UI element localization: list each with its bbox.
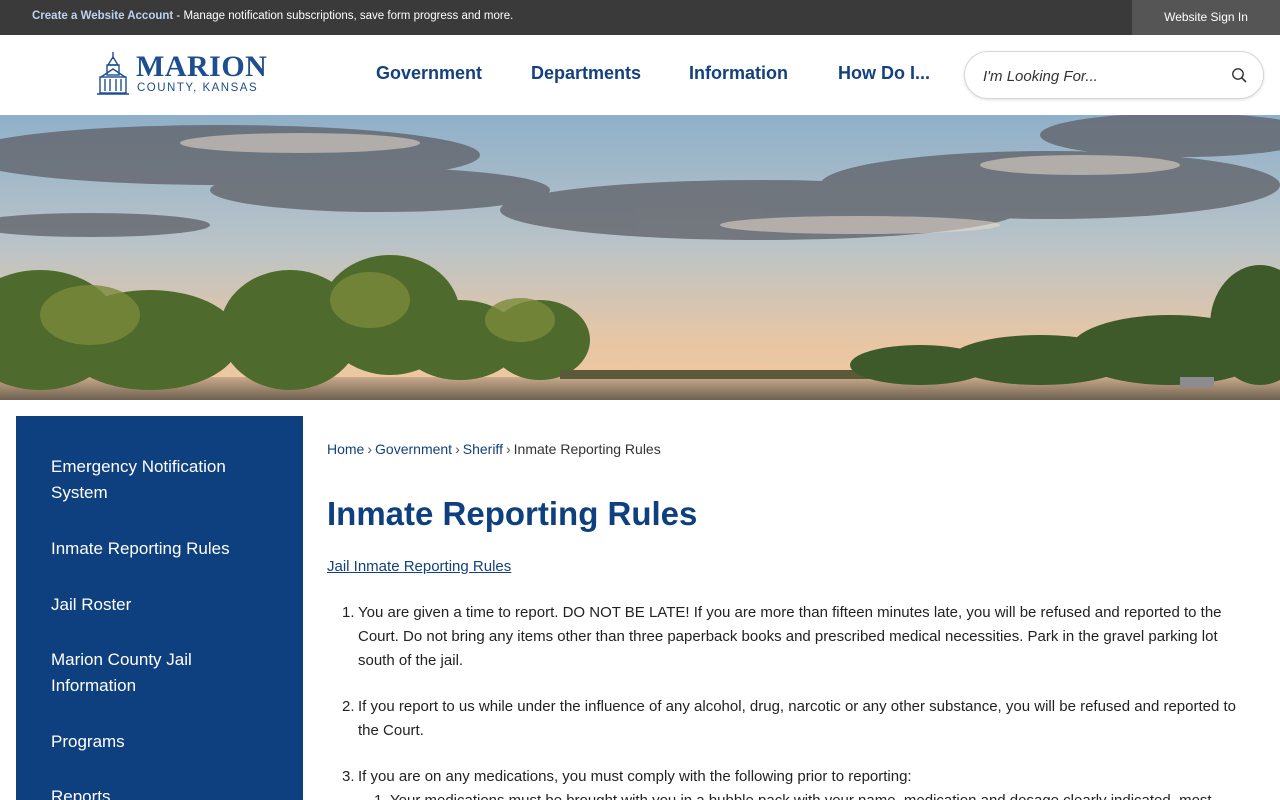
page-title: Inmate Reporting Rules — [327, 495, 698, 532]
sub-list-item: 1. Your medications must be brought with… — [342, 789, 1242, 800]
sidebar-item-emergency-notification[interactable]: Emergency Notification System — [51, 454, 271, 506]
account-message: Create a Website Account - Manage notifi… — [32, 10, 513, 22]
list-item: 3. If you are on any medications, you mu… — [342, 765, 1242, 789]
nav-information[interactable]: Information — [689, 63, 788, 84]
hero-banner-image — [0, 115, 1280, 400]
sub-list-item-text: Your medications must be brought with yo… — [390, 792, 1212, 800]
jail-rules-document-link[interactable]: Jail Inmate Reporting Rules — [327, 558, 511, 575]
sidebar-nav: Emergency Notification System Inmate Rep… — [16, 416, 303, 800]
list-item-number: 1. — [342, 604, 355, 621]
list-item: 1. You are given a time to report. DO NO… — [342, 601, 1242, 673]
site-header: MARION COUNTY, KANSAS Government Departm… — [0, 35, 1280, 115]
breadcrumb-separator: › — [505, 441, 511, 457]
breadcrumb-government[interactable]: Government — [375, 441, 452, 457]
nav-government[interactable]: Government — [376, 63, 482, 84]
breadcrumb-current: Inmate Reporting Rules — [513, 441, 661, 457]
list-item-text: You are given a time to report. DO NOT B… — [358, 604, 1222, 669]
utility-bar: Create a Website Account - Manage notifi… — [0, 0, 1280, 35]
sidebar-item-inmate-reporting-rules[interactable]: Inmate Reporting Rules — [51, 536, 271, 562]
account-message-text: - Manage notification subscriptions, sav… — [173, 10, 514, 22]
courthouse-icon — [97, 52, 129, 95]
sidebar-item-jail-roster[interactable]: Jail Roster — [51, 592, 271, 618]
list-item-number: 2. — [342, 698, 355, 715]
breadcrumb-separator: › — [455, 441, 460, 457]
list-item-text: If you report to us while under the infl… — [358, 698, 1237, 739]
breadcrumb-home[interactable]: Home — [327, 441, 364, 457]
search-box — [964, 51, 1264, 99]
search-input[interactable] — [983, 64, 1223, 88]
breadcrumb: Home › Government › Sheriff › Inmate Reporting… — [327, 441, 661, 457]
nav-how-do-i[interactable]: How Do I... — [838, 63, 930, 84]
search-icon[interactable] — [1231, 67, 1247, 83]
sidebar-item-jail-information[interactable]: Marion County Jail Information — [51, 647, 271, 699]
logo-subtitle: COUNTY, KANSAS — [137, 82, 259, 94]
sidebar-item-programs[interactable]: Programs — [51, 729, 271, 755]
sidebar-item-reports[interactable]: Reports — [51, 784, 271, 800]
nav-departments[interactable]: Departments — [531, 63, 641, 84]
create-account-link[interactable]: Create a Website Account — [32, 10, 173, 22]
list-item-text: If you are on any medications, you must … — [358, 768, 912, 785]
breadcrumb-sheriff[interactable]: Sheriff — [463, 441, 503, 457]
list-item-number: 3. — [342, 768, 355, 785]
sign-in-button[interactable]: Website Sign In — [1132, 0, 1280, 35]
site-logo[interactable]: MARION COUNTY, KANSAS — [96, 49, 268, 101]
rules-list: 1. You are given a time to report. DO NO… — [342, 601, 1242, 800]
logo-title: MARION — [136, 50, 268, 83]
sub-list-item-number: 1. — [374, 789, 387, 800]
list-item: 2. If you report to us while under the i… — [342, 695, 1242, 743]
breadcrumb-separator: › — [367, 441, 373, 457]
lake-landscape-image — [0, 115, 1280, 400]
